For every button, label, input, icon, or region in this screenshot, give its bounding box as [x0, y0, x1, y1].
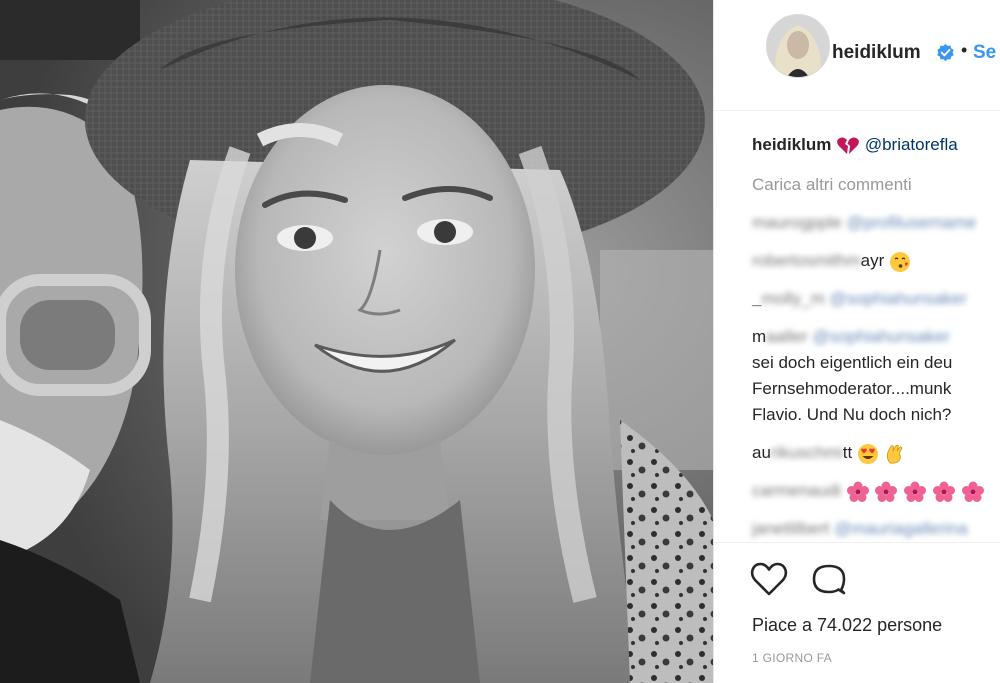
hibiscus-emoji — [961, 481, 984, 502]
comment-text: @sophiahunsaker — [812, 327, 950, 346]
post-timestamp[interactable]: 1 GIORNO FA — [752, 651, 832, 665]
comment-text-line: sei doch eigentlich ein deu — [752, 353, 953, 372]
hibiscus-emoji — [904, 481, 927, 502]
load-more-comments-link[interactable]: Carica altri commenti — [752, 174, 912, 196]
comment-username[interactable]: molly_m — [761, 289, 824, 308]
header-separator: • — [961, 40, 968, 60]
hibiscus-emoji — [846, 481, 869, 502]
hibiscus-emoji — [875, 481, 898, 502]
broken-heart-emoji — [837, 137, 859, 154]
comment-username[interactable]: robertosmithm — [752, 251, 861, 270]
follow-button[interactable]: Se — [973, 42, 996, 64]
comment-item: _molly_m @sophiahunsaker — [752, 288, 967, 310]
comment-text: @sophiahunsaker — [829, 289, 967, 308]
comment-item: robertosmithmayr — [752, 250, 911, 273]
verified-badge-icon — [937, 43, 954, 62]
heart-eyes-emoji — [857, 443, 878, 464]
comment-item: maaller @sophiahunsaker — [752, 326, 950, 348]
comment-username[interactable]: rikuschmi — [771, 443, 843, 462]
avatar[interactable] — [766, 14, 830, 78]
hibiscus-emoji — [932, 481, 955, 502]
comment-prefix: au — [752, 443, 771, 462]
comment-username[interactable]: carmenaudi — [752, 481, 841, 500]
comment-text-line: Flavio. Und Nu doch nich? — [752, 405, 952, 424]
comment-text: @profilusername — [846, 213, 977, 232]
comment-text: tt — [842, 443, 853, 462]
comment-prefix: m — [752, 327, 767, 346]
comment-username[interactable]: maurogpple — [752, 213, 842, 232]
heart-outline-icon[interactable] — [750, 561, 788, 597]
comment-bubble-icon[interactable] — [810, 561, 848, 597]
likes-count[interactable]: Piace a 74.022 persone — [752, 615, 942, 636]
post-header: heidiklum • Se — [714, 0, 1000, 111]
post-photo[interactable] — [0, 0, 713, 683]
comment-text-line: Fernsehmoderator....munk — [752, 379, 952, 398]
post-side-panel: heidiklum • Se heidiklum @briatorefla Ca… — [714, 0, 1000, 683]
post-author-username[interactable]: heidiklum — [832, 42, 921, 64]
comment-item: aurikuschmitt — [752, 442, 906, 465]
kissing-face-emoji — [890, 251, 910, 272]
comment-username[interactable]: aaller — [766, 327, 808, 346]
caption: heidiklum @briatorefla — [752, 134, 958, 156]
comment-item: maurogpple @profilusername — [752, 212, 976, 234]
clapping-hands-emoji — [886, 444, 903, 464]
comment-text: @mauriagallerina — [834, 519, 968, 538]
caption-mention[interactable]: @briatorefla — [865, 135, 958, 154]
comment-item: janetlilbert @mauriagallerina — [752, 518, 968, 540]
avatar-image — [767, 15, 829, 77]
comment-text: ayr — [860, 251, 885, 270]
post-photo-image — [0, 0, 713, 683]
comment-item: carmenaudi — [752, 480, 985, 503]
comment-username[interactable]: janetlilbert — [752, 519, 830, 538]
post-actions: Piace a 74.022 persone 1 GIORNO FA — [714, 542, 1000, 683]
flower-emojis — [846, 481, 985, 502]
caption-username[interactable]: heidiklum — [752, 135, 831, 154]
